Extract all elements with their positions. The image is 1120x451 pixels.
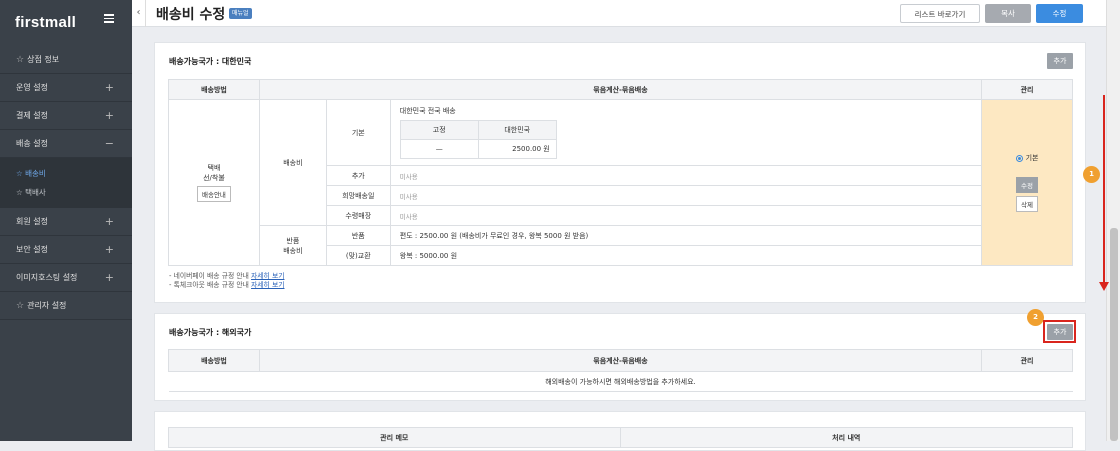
sidebar-item-admin[interactable]: ☆ 관리자 설정 [0,292,132,320]
overseas-panel: 배송가능국가 : 해외국가 추가 배송방법 묶음계산-묶음배송 관리 해외배송이… [154,313,1086,401]
page-title: 배송비 수정 [156,7,226,23]
header-bundle: 묶음계산-묶음배송 [258,79,983,100]
shipping-submenu: ☆ 배송비 ☆ 택배사 [0,158,132,208]
star-icon: ☆ [16,54,25,65]
radio-icon [1015,154,1023,162]
manual-badge[interactable]: 매뉴얼 [229,8,252,19]
fee-group-label: 배송비 [258,99,327,226]
plus-icon: + [104,215,114,228]
domestic-panel: 배송가능국가 : 대한민국 추가 배송방법 묶음계산-묶음배송 관리 택배 선/… [154,42,1086,303]
plus-icon: + [104,271,114,284]
star-icon: ☆ [16,300,25,311]
sidebar: firstmall ☆ 상점 정보 운영 설정 + 결제 설정 + 배송 설정 − ☆ … [0,0,132,441]
subitem-courier[interactable]: ☆ 택배사 [16,187,46,198]
copy-button[interactable]: 복사 [985,4,1031,23]
row-delete-button[interactable]: 삭제 [1016,196,1039,212]
plus-icon: + [104,243,114,256]
header-method: 배송방법 [168,79,260,100]
arrow-head-icon [1099,282,1109,291]
scrollbar[interactable] [1106,0,1120,441]
top-bar: ‹ 배송비 수정 매뉴얼 리스트 바로가기 복사 수정 [132,0,1120,27]
list-button[interactable]: 리스트 바로가기 [900,4,980,23]
fee-inner-table: 고정 대한민국 —2500.00 원 [399,120,557,159]
naverpay-detail-link[interactable]: 자세히 보기 [251,272,284,280]
manage-cell: 기본 수정 삭제 [981,99,1073,266]
menu-icon[interactable] [104,14,114,23]
basic-label: 기본 [325,99,391,166]
sidebar-item-security[interactable]: 보안 설정 + [0,236,132,264]
return-group-label: 반품 배송비 [258,225,327,266]
memo-panel: 관리 메모 처리 내역 [154,411,1086,451]
scrollbar-thumb[interactable] [1110,228,1118,441]
logo[interactable]: firstmall [15,14,76,31]
step-badge-1: 1 [1083,166,1100,183]
sidebar-item-image-hosting[interactable]: 이미지호스팅 설정 + [0,264,132,292]
overseas-empty-message: 해외배송이 가능하시면 해외배송방법을 추가하세요. [168,371,1073,392]
sidebar-item-member[interactable]: 회원 설정 + [0,208,132,236]
domestic-add-button[interactable]: 추가 [1047,53,1073,69]
edit-button[interactable]: 수정 [1036,4,1083,23]
overseas-title: 배송가능국가 : 해외국가 [169,328,252,337]
shipping-guide-button[interactable]: 배송안내 [196,186,231,202]
subitem-shipping-fee[interactable]: ☆ 배송비 [16,168,46,179]
overseas-header-manage: 관리 [981,349,1073,372]
history-header: 처리 내역 [619,427,1073,448]
sidebar-item-shipping[interactable]: 배송 설정 − [0,130,132,158]
overseas-table: 배송방법 묶음계산-묶음배송 관리 해외배송이 가능하시면 해외배송방법을 추가… [168,349,1073,392]
header-manage: 관리 [981,79,1073,100]
naverpay-note: - 네이버페이 배송 규정 안내 자세히 보기 [169,272,285,280]
method-cell: 택배 선/착불 배송안내 [168,99,260,266]
plus-icon: + [104,81,114,94]
row-edit-button[interactable]: 수정 [1016,177,1039,193]
memo-header: 관리 메모 [168,427,621,448]
domestic-title: 배송가능국가 : 대한민국 [169,57,252,66]
basic-value-cell: 대한민국 전국 배송 고정 대한민국 —2500.00 원 [389,99,983,166]
default-radio[interactable]: 기본 [982,153,1072,163]
domestic-table: 배송방법 묶음계산-묶음배송 관리 택배 선/착불 배송안내 배송비 기본 대한… [168,79,1073,266]
sidebar-item-store-info[interactable]: ☆ 상점 정보 [0,46,132,74]
sidebar-item-operation[interactable]: 운영 설정 + [0,74,132,102]
overseas-header-bundle: 묶음계산-묶음배송 [258,349,983,372]
talkcheckout-note: - 톡체크아웃 배송 규정 안내 자세히 보기 [169,281,285,289]
overseas-header-method: 배송방법 [168,349,260,372]
memo-table: 관리 메모 처리 내역 [168,427,1073,448]
minus-icon: − [104,137,114,150]
chevron-left-icon[interactable]: ‹ [132,0,146,27]
step-badge-2: 2 [1027,309,1044,326]
highlight-box [1043,320,1076,343]
scroll-arrow-annotation [1103,95,1105,283]
plus-icon: + [104,109,114,122]
sidebar-item-payment[interactable]: 결제 설정 + [0,102,132,130]
basic-desc: 대한민국 전국 배송 [399,107,456,115]
talkcheckout-detail-link[interactable]: 자세히 보기 [251,281,284,289]
